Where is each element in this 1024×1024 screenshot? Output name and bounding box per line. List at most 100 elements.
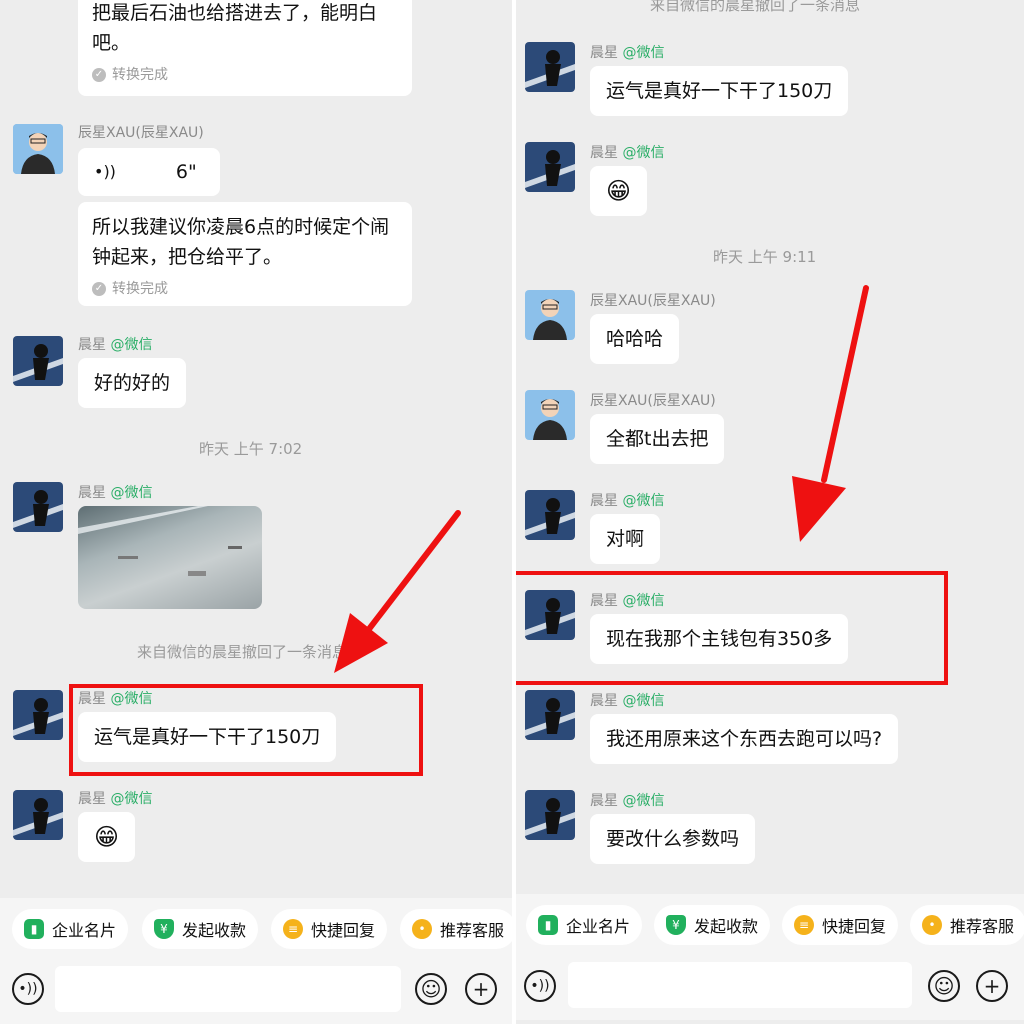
chip-label: 企业名片 — [566, 917, 631, 936]
message-input[interactable] — [568, 962, 912, 1008]
avatar[interactable] — [525, 42, 575, 92]
voice-message[interactable]: •)) 6" — [78, 148, 220, 196]
chip-label: 快捷回复 — [822, 917, 887, 936]
chip-label: 企业名片 — [52, 921, 117, 940]
sender-name: 晨星 @微信 — [78, 337, 153, 353]
avatar[interactable] — [525, 490, 575, 540]
screen-photo-icon — [78, 506, 242, 576]
chip-label: 推荐客服 — [950, 917, 1015, 936]
person-avatar-icon — [525, 290, 575, 340]
highlight-box — [516, 571, 948, 685]
emoji-message[interactable]: 😁 — [78, 812, 136, 862]
convert-status: ✓ 转换完成 — [92, 278, 398, 300]
avatar[interactable] — [13, 790, 63, 840]
red-arrow-icon — [334, 510, 461, 673]
voice-icon[interactable]: •)) — [524, 970, 556, 1002]
voice-icon[interactable]: •)) — [12, 973, 44, 1005]
convert-label: 转换完成 — [112, 281, 168, 297]
red-arrow-icon — [792, 285, 869, 542]
quick-action-bar: ▮ 企业名片 ¥ 发起收款 ≡ 快捷回复 • 推荐客服 — [516, 894, 1024, 956]
yuan-icon: ¥ — [666, 915, 686, 935]
chip-label: 推荐客服 — [440, 921, 505, 940]
left-chat-panel: 把最后石油也给搭进去了，能明白吧。 ✓ 转换完成 辰星XAU(辰星XAU) •)… — [0, 0, 512, 1024]
avatar[interactable] — [525, 690, 575, 740]
highlight-box — [69, 684, 423, 776]
sender-name: 晨星 @微信 — [590, 793, 665, 809]
avatar[interactable] — [13, 482, 63, 532]
reply-icon: ≡ — [283, 919, 303, 939]
recall-notice: 来自微信的晨星撤回了一条消息 — [137, 643, 348, 661]
avatar[interactable] — [525, 142, 575, 192]
plus-icon[interactable]: + — [976, 970, 1008, 1002]
sender-name: 辰星XAU(辰星XAU) — [78, 125, 204, 141]
business-card-chip[interactable]: ▮ 企业名片 — [526, 905, 643, 945]
recommend-service-chip[interactable]: • 推荐客服 — [400, 909, 512, 949]
voice-icon: •)) — [94, 162, 116, 181]
avatar[interactable] — [525, 790, 575, 840]
chip-label: 快捷回复 — [311, 921, 376, 940]
input-bar: •)) ☺ + — [516, 954, 1024, 1020]
avatar[interactable] — [13, 690, 63, 740]
check-icon: ✓ — [92, 282, 106, 296]
service-icon: • — [412, 919, 432, 939]
user-avatar-icon — [525, 42, 575, 92]
timestamp: 昨天 上午 9:11 — [713, 248, 817, 266]
person-avatar-icon — [13, 124, 63, 174]
avatar[interactable] — [13, 336, 63, 386]
business-card-chip[interactable]: ▮ 企业名片 — [12, 909, 129, 949]
message-bubble[interactable]: 全都t出去把 — [590, 414, 725, 464]
sender-name: 晨星 @微信 — [590, 693, 665, 709]
collect-payment-chip[interactable]: ¥ 发起收款 — [654, 905, 771, 945]
sender-name: 晨星 @微信 — [590, 145, 665, 161]
message-bubble[interactable]: 对啊 — [590, 514, 661, 564]
emoji-message[interactable]: 😁 — [590, 166, 648, 216]
person-avatar-icon — [525, 390, 575, 440]
card-icon: ▮ — [538, 915, 558, 935]
message-input[interactable] — [55, 966, 401, 1012]
chip-label: 发起收款 — [182, 921, 247, 940]
quick-reply-chip[interactable]: ≡ 快捷回复 — [782, 905, 899, 945]
message-text: 所以我建议你凌晨6点的时候定个闹钟起来，把仓给平了。 — [92, 216, 390, 268]
recommend-service-chip[interactable]: • 推荐客服 — [910, 905, 1024, 945]
image-message[interactable] — [78, 506, 262, 609]
sender-name: 辰星XAU(辰星XAU) — [590, 393, 716, 409]
user-avatar-icon — [525, 490, 575, 540]
service-icon: • — [922, 915, 942, 935]
avatar[interactable] — [525, 290, 575, 340]
yuan-icon: ¥ — [154, 919, 174, 939]
right-chat-panel: 来自微信的晨星撤回了一条消息 晨星 @微信 运气是真好一下干了150刀 晨星 @… — [516, 0, 1024, 1024]
user-avatar-icon — [13, 790, 63, 840]
sender-name: 晨星 @微信 — [590, 45, 665, 61]
message-bubble[interactable]: 把最后石油也给搭进去了，能明白吧。 ✓ 转换完成 — [78, 0, 412, 96]
sender-name: 辰星XAU(辰星XAU) — [590, 293, 716, 309]
sender-name: 晨星 @微信 — [590, 493, 665, 509]
emoji-icon[interactable]: ☺ — [415, 973, 447, 1005]
user-avatar-icon — [525, 142, 575, 192]
voice-duration: 6" — [175, 161, 197, 183]
chip-label: 发起收款 — [694, 917, 759, 936]
plus-icon[interactable]: + — [465, 973, 497, 1005]
avatar[interactable] — [13, 124, 63, 174]
message-bubble[interactable]: 所以我建议你凌晨6点的时候定个闹钟起来，把仓给平了。 ✓ 转换完成 — [78, 202, 412, 306]
sender-name: 晨星 @微信 — [78, 485, 153, 501]
message-bubble[interactable]: 要改什么参数吗 — [590, 814, 756, 864]
convert-label: 转换完成 — [112, 67, 168, 83]
user-avatar-icon — [525, 690, 575, 740]
user-avatar-icon — [13, 336, 63, 386]
input-bar: •)) ☺ + — [0, 958, 512, 1024]
quick-reply-chip[interactable]: ≡ 快捷回复 — [271, 909, 388, 949]
avatar[interactable] — [525, 390, 575, 440]
user-avatar-icon — [525, 790, 575, 840]
message-bubble[interactable]: 哈哈哈 — [590, 314, 680, 364]
message-bubble[interactable]: 我还用原来这个东西去跑可以吗? — [590, 714, 899, 764]
sender-name: 晨星 @微信 — [78, 791, 153, 807]
emoji-icon[interactable]: ☺ — [928, 970, 960, 1002]
convert-status: ✓ 转换完成 — [92, 64, 398, 86]
message-bubble[interactable]: 运气是真好一下干了150刀 — [590, 66, 849, 116]
collect-payment-chip[interactable]: ¥ 发起收款 — [142, 909, 259, 949]
message-text: 把最后石油也给搭进去了，能明白吧。 — [92, 2, 378, 54]
check-icon: ✓ — [92, 68, 106, 82]
quick-action-bar: ▮ 企业名片 ¥ 发起收款 ≡ 快捷回复 • 推荐客服 — [0, 898, 512, 960]
reply-icon: ≡ — [794, 915, 814, 935]
message-bubble[interactable]: 好的好的 — [78, 358, 187, 408]
